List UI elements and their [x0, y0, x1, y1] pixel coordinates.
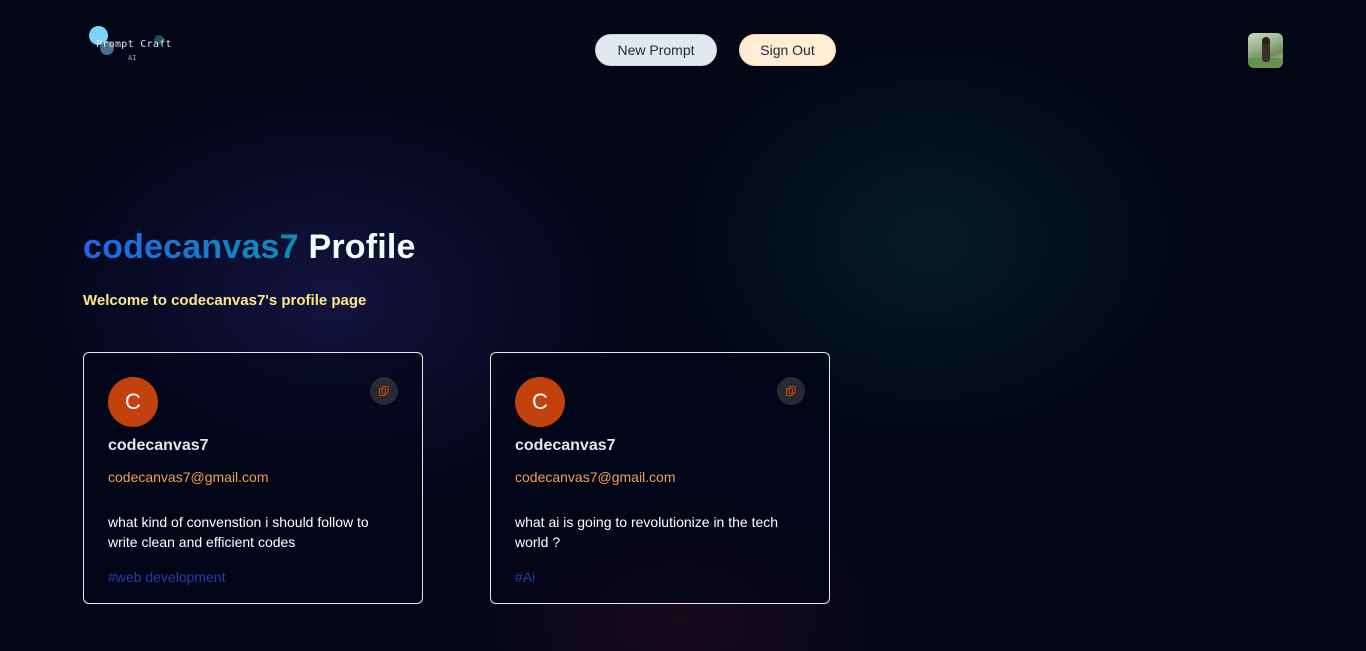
card-username[interactable]: codecanvas7 — [108, 437, 209, 455]
prompt-card: C codecanvas7 codecanvas7@gmail.com what… — [83, 352, 423, 604]
logo-text: Prompt Craft — [96, 39, 172, 50]
copy-icon — [378, 385, 389, 397]
card-tag[interactable]: #web development — [108, 569, 226, 585]
sign-out-button[interactable]: Sign Out — [739, 34, 836, 66]
page-title: codecanvas7 Profile — [83, 228, 416, 267]
card-username[interactable]: codecanvas7 — [515, 437, 616, 455]
avatar-figure-head — [1262, 37, 1270, 45]
prompt-card: C codecanvas7 codecanvas7@gmail.com what… — [490, 352, 830, 604]
avatar[interactable]: C — [515, 377, 565, 427]
new-prompt-button[interactable]: New Prompt — [595, 34, 717, 66]
copy-icon — [785, 385, 796, 397]
profile-description: Welcome to codecanvas7's profile page — [83, 292, 367, 309]
logo-subtext: AI — [128, 54, 137, 62]
copy-button[interactable] — [370, 377, 398, 405]
card-tag[interactable]: #Ai — [515, 569, 535, 585]
card-email: codecanvas7@gmail.com — [108, 469, 269, 485]
card-prompt: what ai is going to revolutionize in the… — [515, 514, 779, 550]
user-avatar[interactable] — [1248, 33, 1283, 68]
navbar: Prompt Craft AI New Prompt Sign Out — [0, 0, 1366, 100]
logo[interactable]: Prompt Craft AI — [86, 25, 186, 70]
profile-title-suffix: Profile — [308, 228, 416, 266]
card-prompt: what kind of convenstion i should follow… — [108, 514, 369, 550]
profile-name: codecanvas7 — [83, 228, 299, 266]
avatar[interactable]: C — [108, 377, 158, 427]
card-email: codecanvas7@gmail.com — [515, 469, 676, 485]
copy-button[interactable] — [777, 377, 805, 405]
